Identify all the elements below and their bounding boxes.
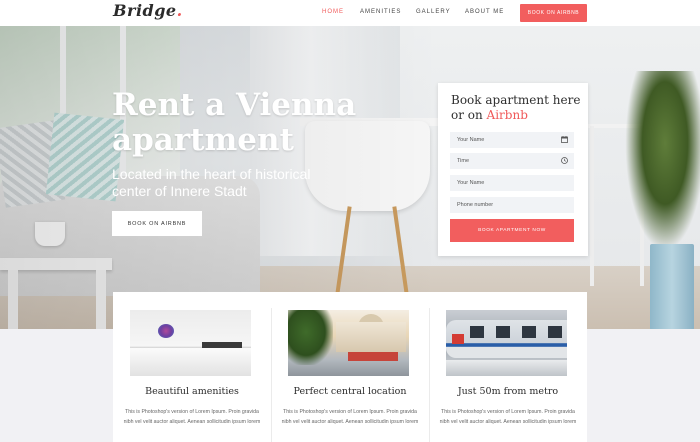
- feature-card-metro: Just 50m from metro This is Photoshop's …: [429, 292, 587, 442]
- top-nav: Bridge. HOME AMENITIES GALLERY ABOUT ME …: [0, 0, 700, 26]
- booking-title-airbnb[interactable]: Airbnb: [487, 108, 528, 122]
- potted-plant: [625, 71, 700, 251]
- your-name-field-placeholder: Your Name: [457, 180, 485, 186]
- flower-vase: [158, 324, 174, 338]
- plant-pot: [650, 244, 694, 329]
- nav-book-airbnb-button[interactable]: BOOK ON AIRBNB: [520, 4, 587, 22]
- train-window: [522, 326, 536, 338]
- feature-image-city: [288, 310, 409, 376]
- train-window: [470, 326, 484, 338]
- logo-dot: .: [176, 1, 183, 20]
- booking-title: Book apartment here or on Airbnb: [451, 93, 581, 122]
- feature-image-kitchen: [130, 310, 251, 376]
- feature-text: This is Photoshop's version of Lorem Ips…: [123, 409, 261, 425]
- train-window: [496, 326, 510, 338]
- train-front-red: [452, 334, 464, 344]
- feature-card-location: Perfect central location This is Photosh…: [271, 292, 429, 442]
- feature-card-amenities: Beautiful amenities This is Photoshop's …: [113, 292, 271, 442]
- time-field-placeholder: Time: [457, 158, 470, 164]
- clock-icon[interactable]: [561, 157, 568, 164]
- your-name-field[interactable]: Your Name: [450, 175, 574, 191]
- kitchen-cabinet: [130, 348, 251, 376]
- feature-title: Just 50m from metro: [457, 386, 559, 397]
- hero-title: Rent a Vienna apartment: [112, 88, 392, 158]
- hero-section: Rent a Vienna apartment Located in the h…: [0, 26, 700, 329]
- feature-text: This is Photoshop's version of Lorem Ips…: [439, 409, 577, 425]
- hero-title-line-1: Rent a Vienna: [112, 87, 357, 123]
- name-field[interactable]: Your Name: [450, 132, 574, 148]
- red-tram: [348, 352, 398, 361]
- hero-title-line-2: apartment: [112, 122, 294, 158]
- feature-text: This is Photoshop's version of Lorem Ips…: [281, 409, 419, 425]
- shelf-leg: [590, 126, 594, 286]
- name-field-placeholder: Your Name: [457, 137, 485, 143]
- street-tree: [288, 310, 333, 365]
- opera-building: [336, 322, 406, 352]
- platform-floor: [446, 360, 567, 376]
- features-panel: Beautiful amenities This is Photoshop's …: [113, 292, 587, 442]
- time-field[interactable]: Time: [450, 153, 574, 169]
- book-apartment-now-button[interactable]: BOOK APARTMENT NOW: [450, 219, 574, 242]
- logo-text[interactable]: Bridge: [113, 1, 177, 20]
- train-window: [548, 326, 562, 338]
- booking-card: Book apartment here or on Airbnb Your Na…: [438, 83, 588, 256]
- feature-title: Perfect central location: [293, 386, 407, 397]
- nav-link-about-me[interactable]: ABOUT ME: [465, 9, 504, 15]
- hero-book-airbnb-button[interactable]: BOOK ON AIRBNB: [112, 211, 202, 236]
- site-logo[interactable]: Bridge.: [113, 1, 183, 20]
- phone-field-placeholder: Phone number: [457, 202, 494, 208]
- feature-title: Beautiful amenities: [145, 386, 239, 397]
- hero-subtitle: Located in the heart of historical cente…: [112, 166, 311, 199]
- nav-link-home[interactable]: HOME: [322, 9, 344, 15]
- feature-image-metro: [446, 310, 567, 376]
- phone-field[interactable]: Phone number: [450, 197, 574, 213]
- calendar-icon[interactable]: [561, 136, 568, 143]
- nav-link-amenities[interactable]: AMENITIES: [360, 9, 401, 15]
- nav-link-gallery[interactable]: GALLERY: [416, 9, 451, 15]
